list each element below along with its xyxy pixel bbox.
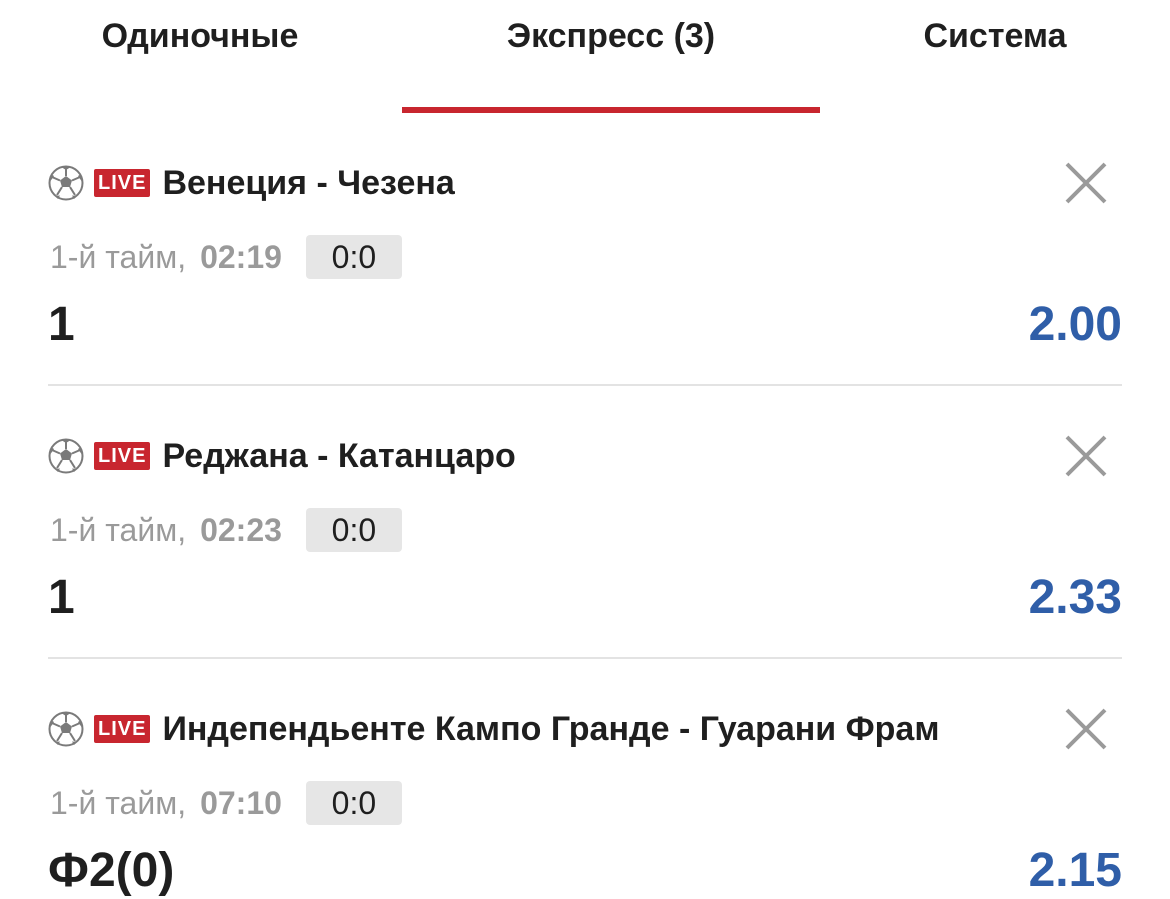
bet-outcome: 1 bbox=[48, 571, 75, 624]
close-icon[interactable] bbox=[1064, 707, 1108, 751]
match-time: 02:19 bbox=[200, 238, 282, 275]
close-icon[interactable] bbox=[1064, 161, 1108, 205]
match-score: 0:0 bbox=[305, 508, 402, 552]
soccer-ball-icon bbox=[48, 711, 84, 747]
bet-header: LIVE Венеция - Чезена bbox=[48, 153, 1048, 213]
match-score: 0:0 bbox=[305, 781, 402, 825]
soccer-ball-icon bbox=[48, 438, 84, 474]
close-icon[interactable] bbox=[1064, 434, 1108, 478]
bet-header: LIVE Реджана - Катанцаро bbox=[48, 426, 1048, 486]
match-period: 1-й тайм, bbox=[50, 511, 187, 548]
bet-odds: 2.00 bbox=[1028, 298, 1122, 351]
live-badge: LIVE bbox=[94, 715, 151, 743]
match-time: 07:10 bbox=[200, 784, 282, 821]
bet-header: LIVE Индепендьенте Кампо Гранде - Гуаран… bbox=[48, 699, 1048, 759]
live-badge: LIVE bbox=[94, 169, 151, 197]
match-status: 1-й тайм, 02:23 0:0 bbox=[50, 507, 402, 553]
match-title: Индепендьенте Кампо Гранде - Гуарани Фра… bbox=[162, 709, 940, 748]
bet-type-tabs: Одиночные Экспресс (3) Система bbox=[0, 0, 1170, 115]
bet-slip-item: LIVE Индепендьенте Кампо Гранде - Гуаран… bbox=[48, 659, 1122, 897]
tab-system-label: Система bbox=[923, 17, 1067, 55]
live-badge: LIVE bbox=[94, 442, 151, 470]
bet-outcome: 1 bbox=[48, 298, 75, 351]
tab-singles[interactable]: Одиночные bbox=[0, 0, 400, 113]
tab-system[interactable]: Система bbox=[820, 0, 1170, 113]
match-status: 1-й тайм, 02:19 0:0 bbox=[50, 234, 402, 280]
bet-slip-item: LIVE Венеция - Чезена 1-й тайм, 02:19 0:… bbox=[48, 113, 1122, 386]
match-title: Венеция - Чезена bbox=[162, 163, 455, 202]
bet-odds: 2.15 bbox=[1028, 844, 1122, 897]
bet-outcome: Ф2(0) bbox=[48, 844, 175, 897]
match-score: 0:0 bbox=[305, 235, 402, 279]
tab-express[interactable]: Экспресс (3) bbox=[402, 0, 820, 113]
match-status: 1-й тайм, 07:10 0:0 bbox=[50, 780, 402, 826]
match-period: 1-й тайм, bbox=[50, 238, 187, 275]
bet-slip-item: LIVE Реджана - Катанцаро 1-й тайм, 02:23… bbox=[48, 386, 1122, 659]
match-time: 02:23 bbox=[200, 511, 282, 548]
tab-singles-label: Одиночные bbox=[101, 17, 299, 55]
tab-express-label: Экспресс (3) bbox=[506, 17, 716, 55]
match-title: Реджана - Катанцаро bbox=[162, 436, 516, 475]
bet-odds: 2.33 bbox=[1028, 571, 1122, 624]
soccer-ball-icon bbox=[48, 165, 84, 201]
match-period: 1-й тайм, bbox=[50, 784, 187, 821]
